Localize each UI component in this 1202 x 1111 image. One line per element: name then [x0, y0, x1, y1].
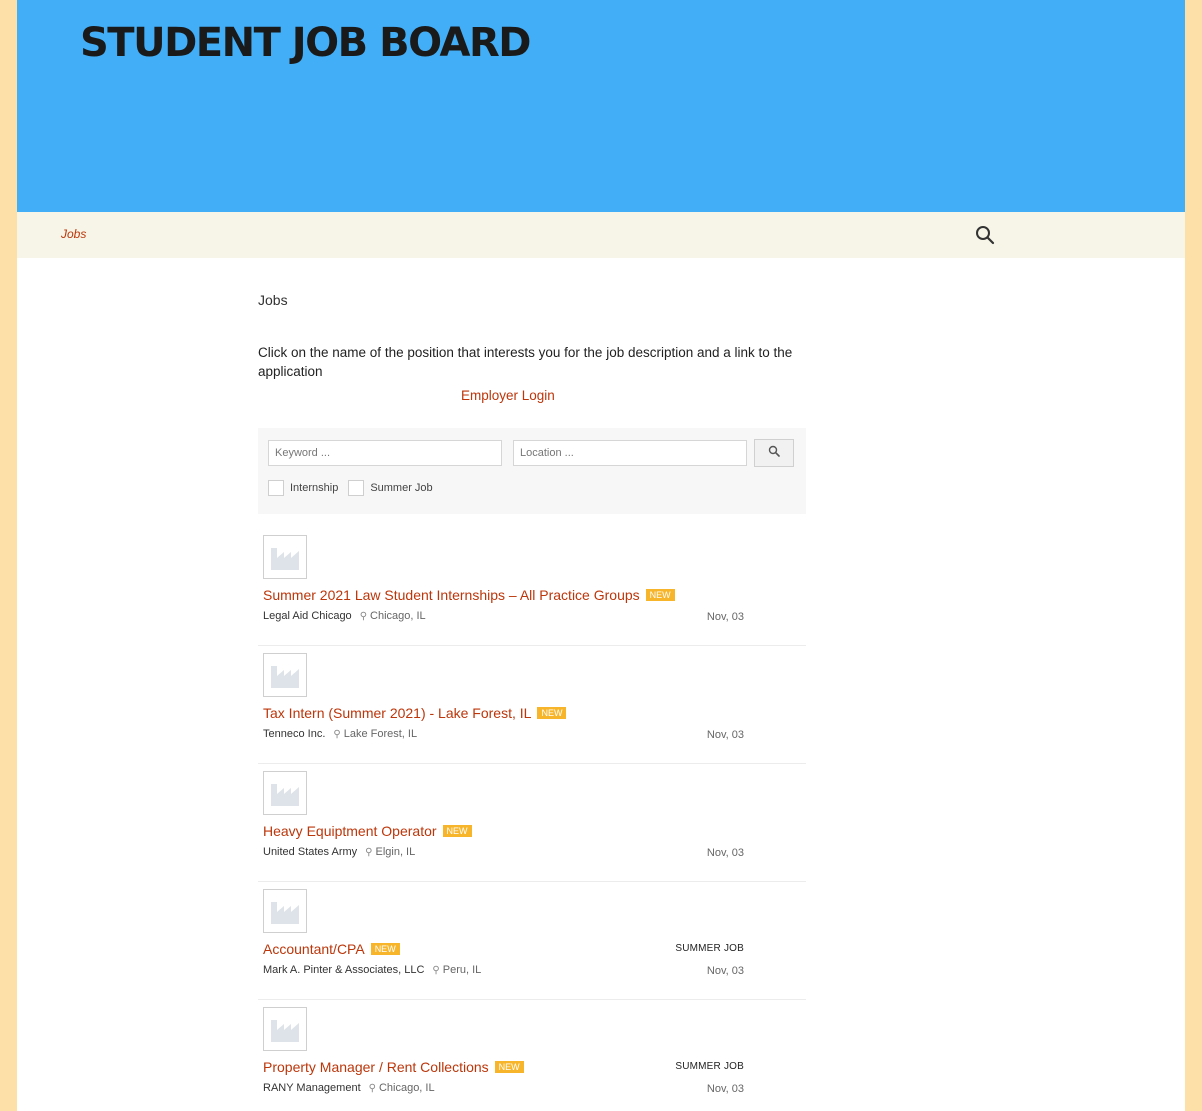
job-location: Chicago, IL	[370, 610, 426, 622]
job-type: SUMMER JOB	[675, 1061, 744, 1072]
job-meta: Tenneco Inc. ⚲ Lake Forest, IL	[263, 728, 417, 740]
nav-item-jobs[interactable]: Jobs	[61, 227, 86, 241]
job-listing[interactable]: Tax Intern (Summer 2021) - Lake Forest, …	[258, 646, 806, 764]
job-listing[interactable]: Property Manager / Rent Collections NEW R…	[258, 1000, 806, 1111]
job-title: Property Manager / Rent Collections	[263, 1059, 489, 1075]
search-icon	[768, 444, 780, 462]
location-input[interactable]	[513, 440, 747, 466]
company-name: Tenneco Inc.	[263, 728, 326, 740]
search-button[interactable]	[754, 439, 794, 467]
company-logo-placeholder-icon	[263, 771, 307, 815]
job-type: SUMMER JOB	[675, 943, 744, 954]
new-badge: NEW	[370, 943, 400, 955]
job-date: Nov, 03	[706, 847, 744, 859]
keyword-input[interactable]	[268, 440, 502, 466]
job-title-link[interactable]: Property Manager / Rent Collections NEW	[263, 1059, 524, 1075]
new-badge: NEW	[494, 1061, 524, 1073]
location-pin-icon: ⚲	[365, 847, 373, 858]
job-listing[interactable]: Heavy Equiptment Operator NEW United Stat…	[258, 764, 806, 882]
job-listing[interactable]: Accountant/CPA NEW Mark A. Pinter & Assoc…	[258, 882, 806, 1000]
job-title-link[interactable]: Tax Intern (Summer 2021) - Lake Forest, …	[263, 705, 567, 721]
job-location: Elgin, IL	[375, 846, 416, 858]
job-title: Heavy Equiptment Operator	[263, 823, 437, 839]
job-title: Accountant/CPA	[263, 941, 365, 957]
new-badge: NEW	[645, 589, 675, 601]
job-date: Nov, 03	[706, 729, 744, 741]
job-location: Lake Forest, IL	[343, 728, 418, 740]
navbar: Jobs	[17, 212, 1185, 258]
location-pin-icon: ⚲	[368, 1083, 376, 1094]
job-location: Chicago, IL	[378, 1082, 435, 1094]
job-date: Nov, 03	[706, 965, 744, 977]
company-logo-placeholder-icon	[263, 1007, 307, 1051]
new-badge: NEW	[537, 707, 567, 719]
location-pin-icon: ⚲	[359, 611, 368, 622]
job-date: Nov, 03	[706, 1083, 744, 1095]
company-logo-placeholder-icon	[263, 653, 307, 697]
job-type-filters: Internship Summer Job	[268, 480, 443, 496]
location-pin-icon: ⚲	[432, 965, 440, 976]
search-icon[interactable]	[975, 225, 995, 245]
location-pin-icon: ⚲	[333, 729, 341, 740]
company-logo-placeholder-icon	[263, 889, 307, 933]
job-meta: United States Army ⚲ Elgin, IL	[263, 846, 415, 858]
intro-text: Click on the name of the position that i…	[258, 345, 793, 379]
internship-label[interactable]: Internship	[290, 482, 338, 494]
job-title: Tax Intern (Summer 2021) - Lake Forest, …	[263, 705, 532, 721]
job-meta: Mark A. Pinter & Associates, LLC ⚲ Peru, I…	[263, 964, 481, 976]
new-badge: NEW	[442, 825, 472, 837]
job-title-link[interactable]: Heavy Equiptment Operator NEW	[263, 823, 472, 839]
job-meta: RANY Management ⚲ Chicago, IL	[263, 1082, 435, 1094]
company-name: Mark A. Pinter & Associates, LLC	[263, 964, 425, 976]
job-list: Summer 2021 Law Student Internships – Al…	[258, 528, 806, 1111]
job-title-link[interactable]: Summer 2021 Law Student Internships – Al…	[263, 587, 675, 603]
employer-login-link[interactable]: Employer Login	[461, 388, 555, 403]
job-meta: Legal Aid Chicago ⚲ Chicago, IL	[263, 610, 426, 622]
page: STUDENT JOB BOARD Jobs Jobs Click on the…	[17, 0, 1185, 1111]
company-name: United States Army	[263, 846, 358, 858]
page-title: Jobs	[258, 292, 288, 308]
internship-checkbox[interactable]	[268, 480, 284, 496]
company-name: RANY Management	[263, 1082, 361, 1094]
company-logo-placeholder-icon	[263, 535, 307, 579]
site-header: STUDENT JOB BOARD	[17, 0, 1185, 212]
job-title: Summer 2021 Law Student Internships – Al…	[263, 587, 640, 603]
site-title[interactable]: STUDENT JOB BOARD	[80, 20, 531, 66]
job-listing[interactable]: Summer 2021 Law Student Internships – Al…	[258, 528, 806, 646]
summer-job-checkbox[interactable]	[348, 480, 365, 496]
job-location: Peru, IL	[442, 964, 482, 976]
company-name: Legal Aid Chicago	[263, 610, 352, 622]
job-filters: Internship Summer Job	[258, 428, 806, 514]
job-title-link[interactable]: Accountant/CPA NEW	[263, 941, 400, 957]
job-date: Nov, 03	[706, 611, 744, 623]
summer-job-label[interactable]: Summer Job	[370, 482, 432, 494]
